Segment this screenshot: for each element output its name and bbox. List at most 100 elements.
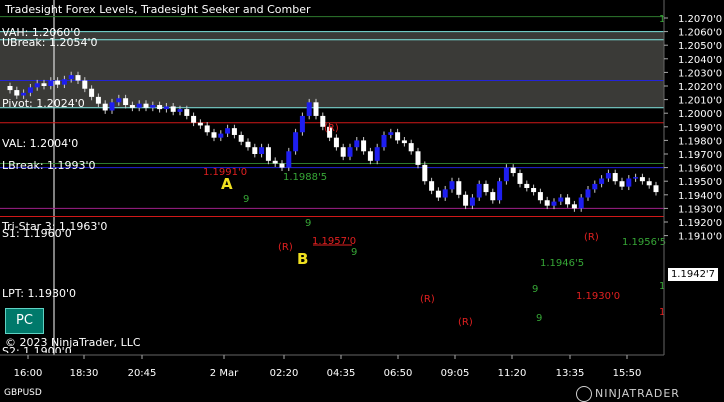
price-axis-label: 1.1970'0	[678, 150, 722, 161]
candle-body	[565, 197, 571, 205]
candle-body	[626, 178, 632, 187]
level-label-lbreak: LBreak: 1.1993'0	[2, 159, 96, 172]
candle-body	[238, 134, 244, 142]
candle-body	[374, 147, 380, 161]
candle-body	[218, 133, 224, 138]
chart-title: Tradesight Forex Levels, Tradesight Seek…	[5, 3, 311, 16]
candle-body	[510, 167, 516, 174]
candle-body	[333, 137, 339, 148]
candle-body	[449, 181, 455, 190]
price-axis-label: 1.2050'0	[678, 41, 722, 52]
candle-body	[170, 106, 176, 112]
candle-body	[571, 204, 577, 209]
candle-body	[558, 197, 564, 202]
reversal-label: (R)	[278, 242, 293, 253]
candle-body	[524, 183, 530, 188]
copyright-text: © 2023 NinjaTrader, LLC	[5, 336, 141, 349]
price-axis-label: 1.2020'0	[678, 82, 722, 93]
candle-body	[68, 75, 74, 80]
candle-body	[252, 147, 258, 154]
candle-body	[157, 105, 163, 110]
candle-body	[585, 189, 591, 198]
candle-body	[531, 188, 537, 193]
time-axis-label: 06:50	[384, 368, 413, 379]
time-axis-label: 15:50	[613, 368, 642, 379]
candle-body	[41, 83, 47, 86]
price-axis-label: 1.1980'0	[678, 136, 722, 147]
candle-body	[7, 86, 13, 91]
time-axis-label: 13:35	[556, 368, 585, 379]
candle-body	[150, 105, 156, 108]
candle-body	[95, 96, 101, 104]
candle-body	[367, 151, 373, 161]
time-axis-label: 16:00	[14, 368, 43, 379]
green-price-label: 1.1956'5	[622, 237, 666, 248]
candle-body	[422, 164, 428, 182]
candle-body	[14, 90, 20, 96]
candle-body	[401, 140, 407, 144]
candle-body	[129, 105, 135, 108]
candle-body	[537, 192, 543, 201]
candle-body	[143, 103, 149, 108]
candle-body	[225, 128, 231, 134]
candle-body	[646, 181, 652, 186]
candle-body	[286, 151, 292, 168]
price-axis-label: 1.1910'0	[678, 232, 722, 243]
time-axis: 16:00 18:30 20:45 2 Mar 02:20 04:35 06:50 09:05…	[0, 354, 664, 379]
candle-body	[21, 92, 27, 96]
value-area-zone	[0, 31, 664, 108]
candle-body	[109, 102, 115, 111]
price-axis-label: 1.1990'0	[678, 123, 722, 134]
candle-body	[27, 87, 33, 93]
candle-body	[429, 181, 435, 191]
time-axis-label: 02:20	[270, 368, 299, 379]
candle-body	[612, 173, 618, 182]
time-axis-label: 2 Mar	[210, 368, 239, 379]
red-price-label: 1.1930'0	[576, 291, 620, 302]
candle-body	[503, 167, 509, 182]
candle-body	[34, 83, 40, 88]
candle-body	[497, 181, 503, 201]
time-axis-label: 20:45	[128, 368, 157, 379]
candle-body	[456, 181, 462, 195]
candle-body	[204, 125, 210, 133]
candle-body	[299, 115, 305, 133]
candle-body	[388, 132, 394, 135]
price-axis: 1.2070'0 1.2060'0 1.2050'0 1.2040'0 1.2030'0…	[663, 0, 722, 355]
candle-body	[265, 147, 271, 161]
candle-body	[599, 178, 605, 184]
candle-body	[415, 151, 421, 165]
time-axis-label: 18:30	[70, 368, 99, 379]
candle-body	[313, 102, 319, 116]
candle-body	[231, 128, 237, 135]
last-price-tag: 1.1942'7	[668, 268, 718, 281]
reversal-label: (R)	[458, 317, 473, 328]
candle-body	[592, 183, 598, 190]
level-label-lpt: LPT: 1.1930'0	[2, 287, 76, 300]
candle-body	[605, 173, 611, 179]
pc-button[interactable]: PC	[5, 308, 44, 334]
candle-body	[123, 98, 129, 106]
time-axis-label: 11:20	[498, 368, 527, 379]
candle-body	[517, 173, 523, 184]
value-area-layer	[0, 31, 664, 108]
candle-body	[48, 80, 54, 86]
time-axis-label: 09:05	[441, 368, 470, 379]
candle-body	[197, 122, 203, 126]
candle-body	[476, 183, 482, 198]
candle-body	[639, 177, 645, 182]
candle-body	[354, 140, 360, 148]
candle-body	[211, 132, 217, 138]
candle-body	[653, 185, 659, 193]
candle-body	[272, 160, 278, 164]
candle-body	[619, 181, 625, 187]
time-axis-label: 04:35	[327, 368, 356, 379]
candle-body	[293, 132, 299, 152]
candle-body	[75, 75, 81, 81]
level-label-val: VAL: 1.2004'0	[2, 137, 79, 150]
level-label-ubreak: UBreak: 1.2054'0	[2, 36, 98, 49]
level-label-pivot: Pivot: 1.2024'0	[2, 97, 85, 110]
price-axis-label: 1.1960'0	[678, 164, 722, 175]
candle-body	[633, 177, 639, 179]
price-axis-label: 1.1920'0	[678, 218, 722, 229]
